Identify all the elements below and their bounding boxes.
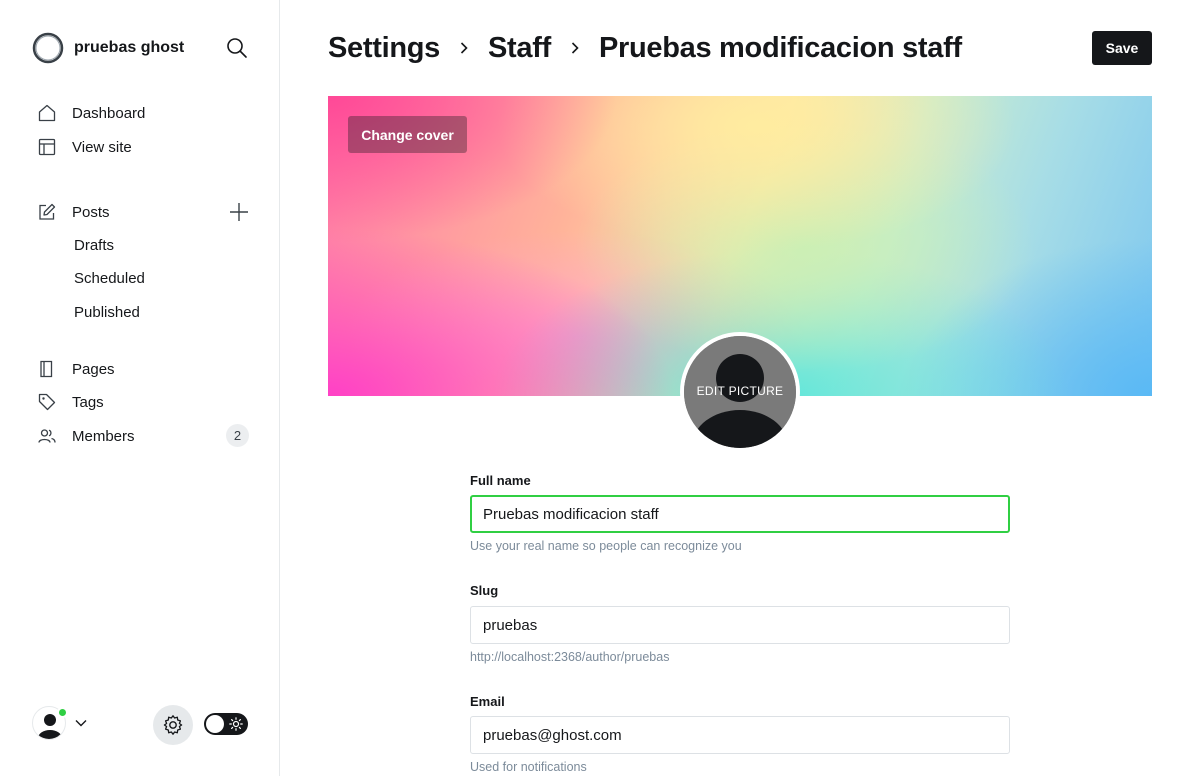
plus-icon[interactable]: [228, 201, 250, 223]
crumb-staff[interactable]: Staff: [488, 32, 551, 65]
nav-tags-label: Tags: [72, 393, 104, 411]
full-name-input[interactable]: [470, 495, 1010, 533]
home-icon: [38, 104, 56, 122]
sun-icon: [229, 717, 243, 731]
nav-dashboard[interactable]: Dashboard: [38, 101, 145, 125]
nav-dashboard-label: Dashboard: [72, 104, 146, 122]
gear-icon: [163, 715, 183, 735]
edit-picture-label: EDIT PICTURE: [696, 384, 784, 398]
nav-posts[interactable]: Posts: [38, 200, 110, 224]
slug-help: http://localhost:2368/author/pruebas: [470, 650, 670, 664]
full-name-label: Full name: [470, 473, 531, 488]
nav-posts-label: Posts: [72, 203, 110, 221]
pages-icon: [40, 360, 53, 378]
online-status-dot: [57, 707, 68, 718]
email-help: Used for notifications: [470, 760, 587, 774]
nav-pages[interactable]: Pages: [38, 357, 115, 381]
site-name: pruebas ghost: [74, 39, 185, 56]
nav-members-label: Members: [72, 427, 135, 445]
slug-input[interactable]: [470, 606, 1010, 644]
site-logo-icon: [32, 32, 64, 64]
page-title: Pruebas modificacion staff: [598, 31, 962, 64]
email-label: Email: [470, 694, 505, 709]
save-button[interactable]: Save: [1092, 31, 1152, 65]
chevron-right-icon: [452, 36, 476, 60]
toggle-knob: [206, 715, 224, 733]
chevron-right-icon: [563, 36, 587, 60]
chevron-down-icon: [75, 720, 87, 727]
profile-picture[interactable]: EDIT PICTURE: [680, 332, 800, 452]
posts-icon: [39, 203, 56, 220]
nav-scheduled[interactable]: Scheduled: [74, 268, 145, 290]
nav-tags[interactable]: Tags: [38, 390, 104, 414]
slug-label: Slug: [470, 583, 499, 598]
nav-published[interactable]: Published: [74, 302, 140, 324]
members-icon: [38, 429, 56, 443]
nav-view-site[interactable]: View site: [38, 135, 132, 159]
view-site-icon: [38, 138, 56, 156]
crumb-settings[interactable]: Settings: [328, 32, 440, 65]
full-name-help: Use your real name so people can recogni…: [470, 539, 742, 553]
nav-view-site-label: View site: [72, 138, 132, 156]
breadcrumb: Settings Staff Pruebas modificacion staf…: [328, 28, 962, 68]
sidebar: pruebas ghost Dashboard View site Posts …: [0, 0, 280, 776]
theme-toggle[interactable]: [204, 713, 248, 735]
search-icon[interactable]: [226, 37, 248, 59]
nav-pages-label: Pages: [72, 360, 115, 378]
nav-drafts[interactable]: Drafts: [74, 235, 114, 257]
tags-icon: [38, 393, 56, 411]
members-count-badge: 2: [226, 424, 249, 447]
brand[interactable]: pruebas ghost: [32, 32, 184, 64]
nav-members[interactable]: Members: [38, 424, 135, 448]
settings-button[interactable]: [153, 705, 193, 745]
email-input[interactable]: [470, 716, 1010, 754]
change-cover-button[interactable]: Change cover: [348, 116, 467, 153]
